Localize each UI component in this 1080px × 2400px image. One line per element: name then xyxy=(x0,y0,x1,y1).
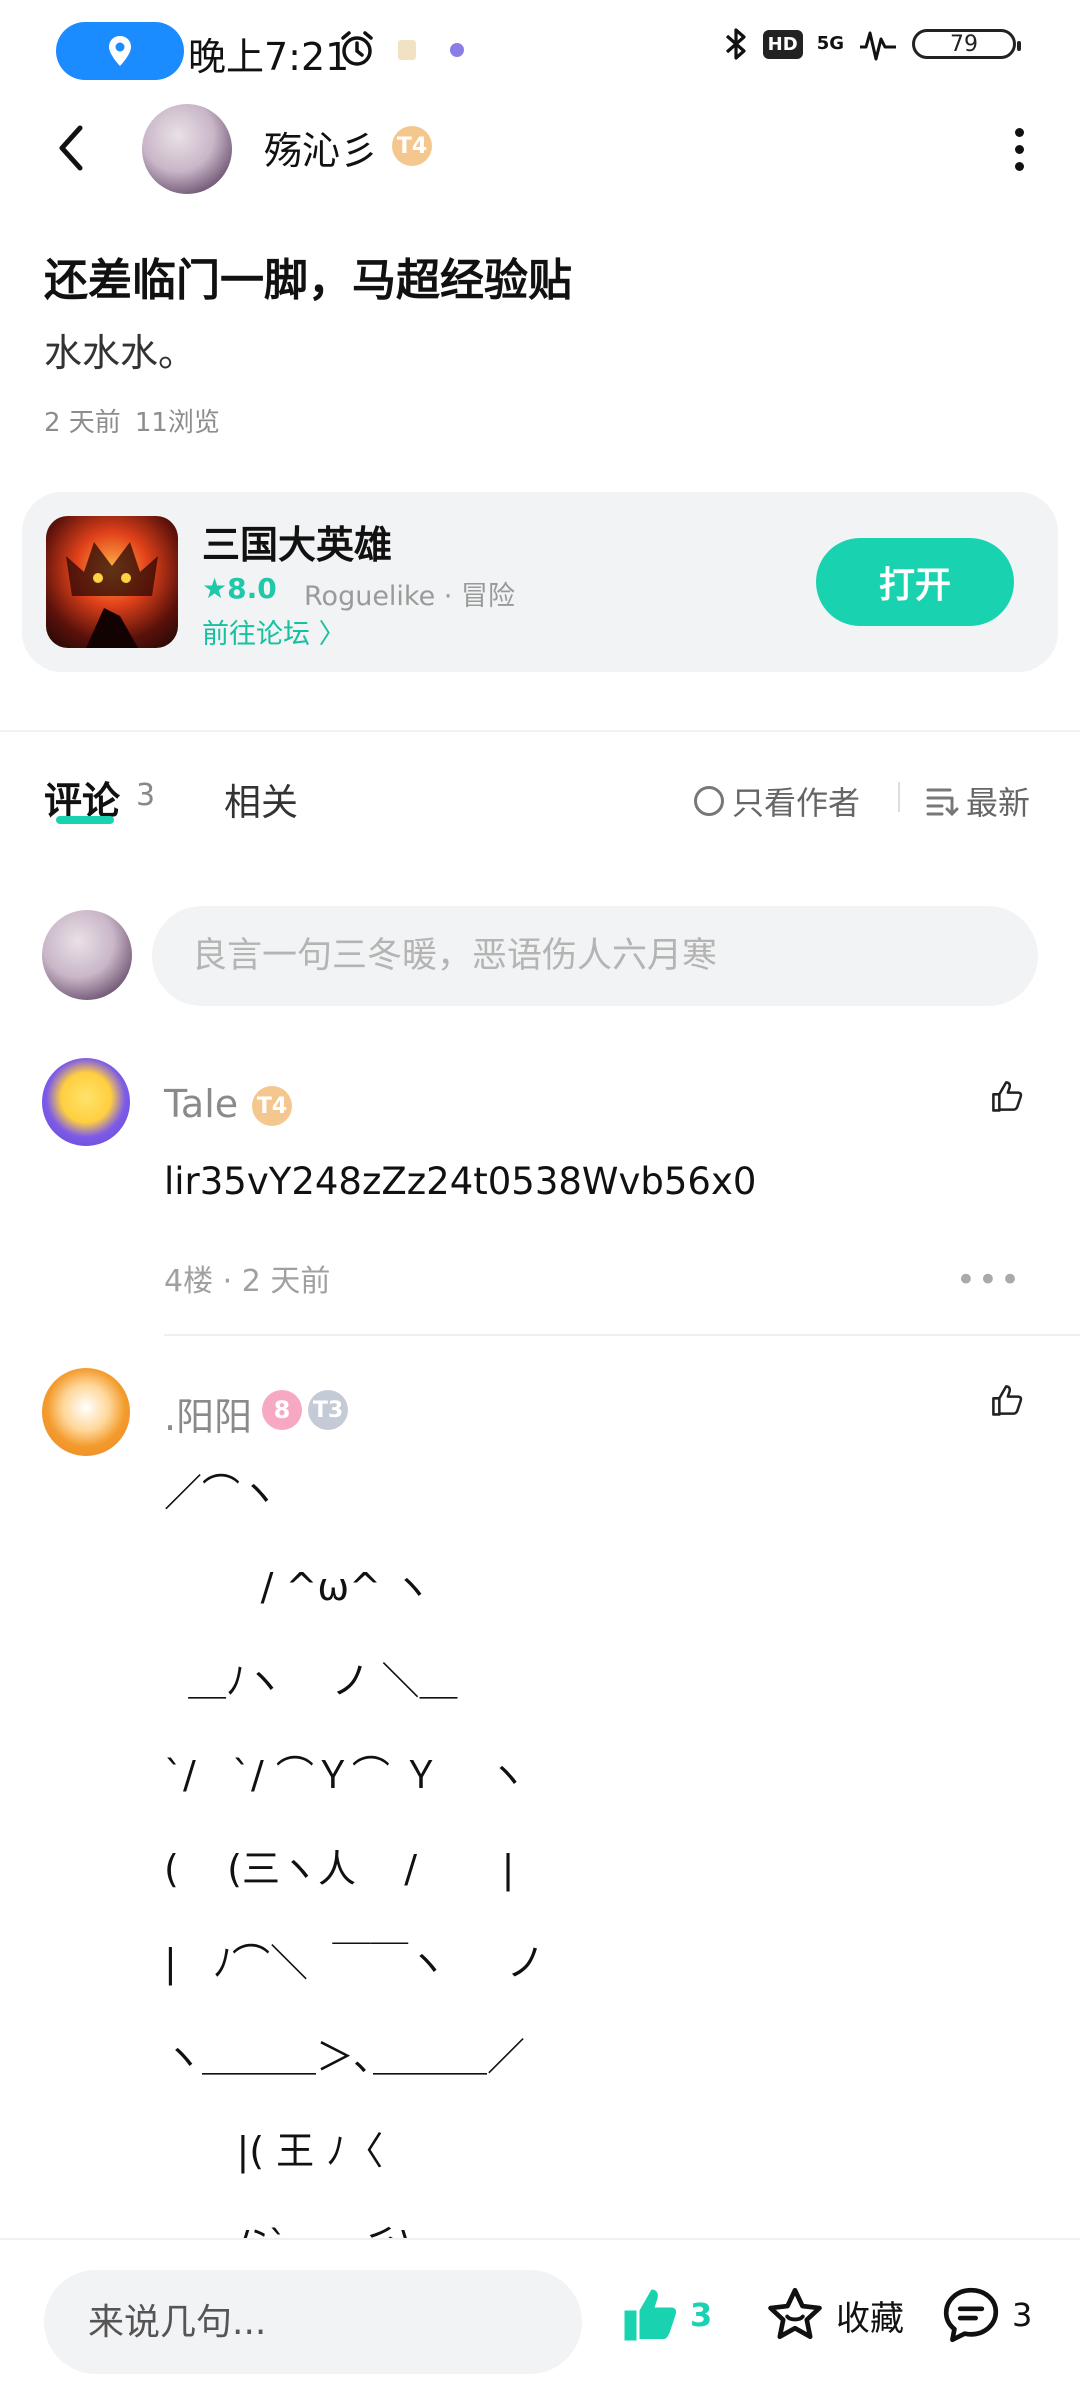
author-name[interactable]: 殇沁彡 xyxy=(264,120,378,175)
sort-button[interactable]: 最新 xyxy=(926,778,1030,824)
game-rating: ★8.0 xyxy=(202,572,277,605)
open-game-button[interactable]: 打开 xyxy=(816,538,1014,626)
commenter-level-badge: T4 xyxy=(252,1086,292,1126)
filter-separator xyxy=(898,782,900,812)
comment-art-line: ／⌒ヽ xyxy=(164,1471,279,1515)
like-count: 3 xyxy=(690,2296,713,2334)
thumbs-up-icon[interactable] xyxy=(990,1076,1024,1116)
like-button[interactable]: 3 xyxy=(620,2284,712,2346)
location-indicator xyxy=(56,22,184,80)
back-arrow-icon[interactable] xyxy=(52,122,92,174)
hd-badge: HD xyxy=(762,29,803,59)
thumbs-up-icon[interactable] xyxy=(990,1380,1024,1420)
star-icon xyxy=(768,2287,822,2340)
favorite-button[interactable]: 收藏 xyxy=(764,2284,904,2346)
post-header: 殇沁彡 T4 xyxy=(0,100,1080,200)
game-name[interactable]: 三国大英雄 xyxy=(202,514,392,569)
post-meta: 2 天前 11浏览 xyxy=(44,402,220,439)
comment-art-line: | ﾉ⌒＼ ￣￣ヽ ノ xyxy=(164,1941,545,1985)
post-views: 11浏览 xyxy=(134,408,220,438)
comment-input[interactable] xyxy=(152,906,1038,1006)
status-time: 晚上7:21 xyxy=(188,35,350,79)
comment-more-icon[interactable]: ••• xyxy=(956,1260,1022,1300)
comment-art-line: ＿ﾉヽ ノ ＼＿ xyxy=(164,1659,458,1703)
game-card[interactable]: 三国大英雄 ★8.0 Roguelike · 冒险 前往论坛 〉 打开 xyxy=(22,492,1058,672)
network-type: 5G xyxy=(816,33,844,54)
sort-label: 最新 xyxy=(966,784,1031,822)
game-icon[interactable] xyxy=(46,516,178,648)
comment-art-line: ( (三ヽ人 / | xyxy=(164,1847,515,1891)
commenter-t-badge: T3 xyxy=(308,1390,348,1430)
game-art xyxy=(66,542,158,648)
post-title: 还差临门一脚，马超经验贴 xyxy=(44,255,572,306)
tab-related[interactable]: 相关 xyxy=(224,772,298,826)
status-bar: 晚上7:21 HD 5G 79 xyxy=(0,0,1080,100)
battery-level: 79 xyxy=(950,31,978,57)
reply-input[interactable] xyxy=(44,2270,582,2374)
alarm-icon xyxy=(341,31,373,66)
signal-icon xyxy=(860,31,896,61)
battery-icon: 79 xyxy=(912,29,1021,59)
sort-icon xyxy=(926,788,959,816)
my-avatar xyxy=(42,910,132,1000)
commenter-avatar[interactable] xyxy=(42,1368,130,1456)
author-only-filter[interactable]: 只看作者 xyxy=(694,778,860,824)
notification-icon xyxy=(398,40,416,60)
author-level-badge: T4 xyxy=(392,126,432,166)
location-pin-icon xyxy=(109,36,131,66)
bottom-action-bar: 3 收藏 3 xyxy=(0,2238,1080,2400)
comment-bubble-icon xyxy=(943,2287,999,2343)
game-tags: Roguelike · 冒险 xyxy=(304,581,515,612)
post-time: 2 天前 xyxy=(44,408,121,438)
bluetooth-icon xyxy=(725,28,746,60)
author-only-label: 只看作者 xyxy=(732,784,861,822)
more-options-icon[interactable] xyxy=(1015,128,1024,171)
comments-count: 3 xyxy=(136,778,156,813)
active-tab-indicator xyxy=(56,816,114,824)
status-right: HD 5G 79 xyxy=(723,26,1021,62)
commenter-level-badge: 8 xyxy=(262,1390,302,1430)
comment-count: 3 xyxy=(1012,2296,1033,2334)
forum-link[interactable]: 前往论坛 〉 xyxy=(202,612,346,651)
favorite-label: 收藏 xyxy=(836,2298,904,2339)
thumbs-up-filled-icon xyxy=(624,2289,677,2341)
post-body: 水水水。 xyxy=(44,331,197,375)
author-avatar[interactable] xyxy=(142,104,232,194)
comment-text: lir35vY248zZz24t0538Wvb56x0 xyxy=(164,1160,757,1203)
comments-button[interactable]: 3 xyxy=(940,2284,1032,2346)
comment-art-line: / ^ω^ ヽ xyxy=(164,1565,432,1609)
section-divider xyxy=(0,730,1080,732)
comment-meta: 4楼 · 2 天前 xyxy=(164,1264,331,1299)
commenter-avatar[interactable] xyxy=(42,1058,130,1146)
commenter-name[interactable]: .阳阳 xyxy=(164,1386,252,1441)
commenter-name[interactable]: Tale xyxy=(164,1082,238,1126)
comment-divider xyxy=(164,1334,1080,1336)
radio-icon[interactable] xyxy=(694,786,724,816)
comment-art-line: `/ `/ ⌒Ｙ⌒ Ｙ ヽ xyxy=(164,1753,527,1797)
comment-art-line: |( 王 ﾉ〈 xyxy=(164,2129,384,2173)
comment-art-line: ヽ＿＿＿＞､＿＿＿／ xyxy=(164,2035,526,2079)
notification-icon xyxy=(450,43,464,57)
